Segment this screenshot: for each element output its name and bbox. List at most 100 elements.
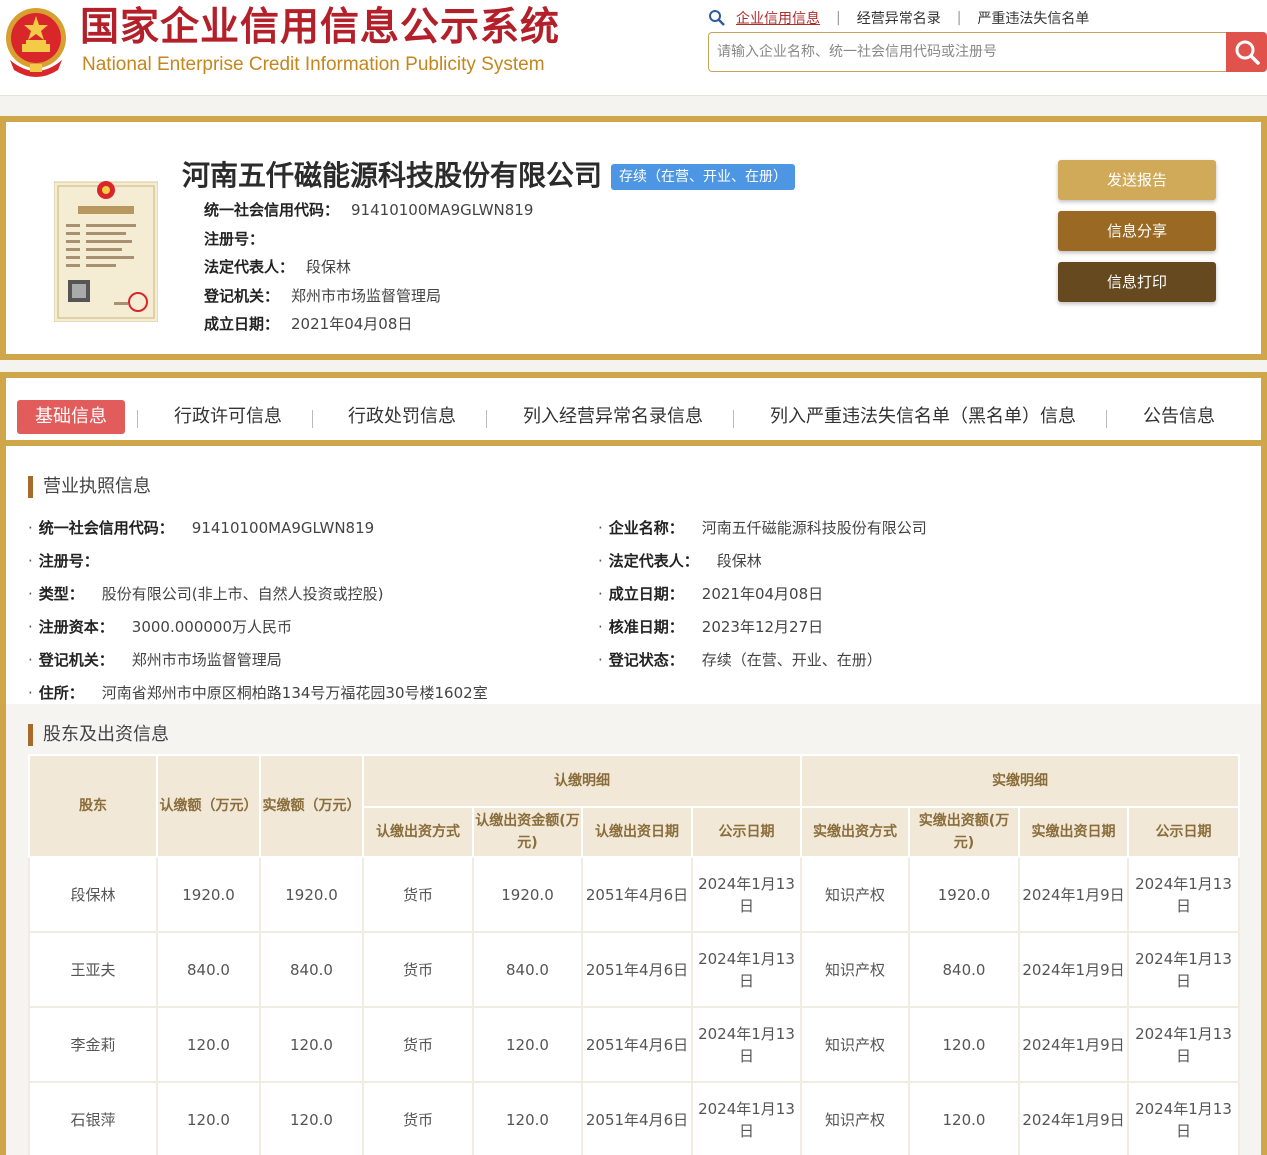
th-sub-amount: 认缴出资金额(万元) — [472, 806, 583, 858]
table-row: 王亚夫 840.0 840.0 货币 840.0 2051年4月6日 2024年1月13日知… — [28, 931, 1240, 1008]
tab-divider — [486, 410, 487, 428]
company-basic-fields: 统一社会信用代码： 91410100MA9GLWN819 注册号： 法定代表人：段… — [204, 196, 533, 339]
field-reg-no: 注册号： — [204, 229, 265, 248]
status-badge: 存续（在营、开业、在册） — [611, 164, 795, 190]
info-tabs-bar: 基础信息 行政许可信息 行政处罚信息 列入经营异常名录信息 列入严重违法失信名单… — [6, 378, 1261, 446]
cell-sub-method: 货币 — [362, 1006, 474, 1083]
tab-basic-info[interactable]: 基础信息 — [17, 400, 125, 434]
section-title-license: 营业执照信息 — [28, 476, 151, 498]
cell-shareholder: 李金莉 — [28, 1006, 158, 1083]
cell-sub-amount: 120.0 — [472, 1006, 583, 1083]
th-paid-method: 实缴出资方式 — [800, 806, 910, 858]
cell-shareholder: 王亚夫 — [28, 931, 158, 1008]
cell-paid-publish-date: 2024年1月13日 — [1127, 931, 1240, 1008]
tab-announcements[interactable]: 公告信息 — [1143, 400, 1215, 434]
cell-paid-date: 2024年1月9日 — [1018, 856, 1129, 933]
search-input[interactable] — [709, 33, 1228, 71]
cell-paid-publish-date: 2024年1月13日 — [1127, 1006, 1240, 1083]
tab-blacklist[interactable]: 列入严重违法失信名单（黑名单）信息 — [770, 400, 1076, 434]
cell-paid-amount: 120.0 — [908, 1006, 1020, 1083]
th-sub-method: 认缴出资方式 — [362, 806, 474, 858]
tab-divider — [137, 410, 138, 428]
cell-sub-publish-date: 2024年1月13日 — [691, 1006, 802, 1083]
kv-reg-status: · 登记状态： 存续（在营、开业、在册） — [598, 651, 882, 669]
cell-sub-method: 货币 — [362, 931, 474, 1008]
th-paid-detail: 实缴明细 — [800, 754, 1240, 808]
cell-paid: 840.0 — [259, 931, 364, 1008]
cell-sub-publish-date: 2024年1月13日 — [691, 931, 802, 1008]
cell-paid: 120.0 — [259, 1006, 364, 1083]
section-title-shareholders: 股东及出资信息 — [28, 724, 169, 746]
site-header: 国家企业信用信息公示系统 National Enterprise Credit … — [0, 0, 1267, 96]
cell-paid-method: 知识产权 — [800, 1006, 910, 1083]
cell-paid-amount: 1920.0 — [908, 856, 1020, 933]
cell-paid-publish-date: 2024年1月13日 — [1127, 1081, 1240, 1155]
th-paid-publish-date: 公示日期 — [1127, 806, 1240, 858]
table-row: 段保林 1920.0 1920.0 货币 1920.0 2051年4月6日 2024年1月1… — [28, 856, 1240, 933]
kv-approved: · 核准日期： 2023年12月27日 — [598, 618, 824, 636]
search-icon — [1235, 40, 1260, 65]
search-button[interactable] — [1226, 32, 1267, 72]
cell-paid: 1920.0 — [259, 856, 364, 933]
cell-shareholder: 石银萍 — [28, 1081, 158, 1155]
cell-sub-date: 2051年4月6日 — [581, 931, 693, 1008]
cell-paid-method: 知识产权 — [800, 1081, 910, 1155]
cell-subscribed: 1920.0 — [156, 856, 261, 933]
kv-reg-no: · 注册号： — [28, 552, 99, 570]
national-emblem-icon — [6, 8, 66, 77]
cell-subscribed: 120.0 — [156, 1081, 261, 1155]
search-icon — [709, 10, 725, 26]
cell-sub-amount: 840.0 — [472, 931, 583, 1008]
cell-paid-amount: 840.0 — [908, 931, 1020, 1008]
cell-paid-method: 知识产权 — [800, 931, 910, 1008]
th-paid-date: 实缴出资日期 — [1018, 806, 1129, 858]
site-title-en: National Enterprise Credit Information P… — [82, 54, 545, 75]
th-subscribed-amount: 认缴额（万元） — [156, 754, 261, 858]
cell-subscribed: 840.0 — [156, 931, 261, 1008]
cell-paid: 120.0 — [259, 1081, 364, 1155]
shareholder-table: 股东 认缴额（万元） 实缴额（万元） 认缴明细 实缴明细 认缴出资方式 认缴出资… — [28, 754, 1240, 1155]
table-row: 石银萍 120.0 120.0 货币 120.0 2051年4月6日 2024年1月13日知… — [28, 1081, 1240, 1155]
site-title-cn: 国家企业信用信息公示系统 — [80, 5, 561, 50]
cell-sub-date: 2051年4月6日 — [581, 856, 693, 933]
kv-company-name: · 企业名称： 河南五仟磁能源科技股份有限公司 — [598, 519, 927, 537]
table-row: 李金莉 120.0 120.0 货币 120.0 2051年4月6日 2024年1月13日知… — [28, 1006, 1240, 1083]
th-paid-amount-detail: 实缴出资额(万元) — [908, 806, 1020, 858]
tab-divider — [1106, 410, 1107, 428]
print-info-button[interactable]: 信息打印 — [1058, 262, 1216, 302]
main-info-panel: 基础信息 行政许可信息 行政处罚信息 列入经营异常名录信息 列入严重违法失信名单… — [0, 372, 1267, 1155]
company-name: 河南五仟磁能源科技股份有限公司 — [182, 159, 603, 192]
cell-sub-publish-date: 2024年1月13日 — [691, 1081, 802, 1155]
kv-address: · 住所： 河南省郑州市中原区桐柏路134号万福花园30号楼1602室 — [28, 684, 488, 702]
tab-abnormal-list[interactable]: 列入经营异常名录信息 — [523, 400, 703, 434]
company-summary-card: 河南五仟磁能源科技股份有限公司 存续（在营、开业、在册） 统一社会信用代码： 91… — [0, 116, 1267, 360]
cell-sub-method: 货币 — [362, 1081, 474, 1155]
cell-sub-publish-date: 2024年1月13日 — [691, 856, 802, 933]
share-info-button[interactable]: 信息分享 — [1058, 211, 1216, 251]
cell-paid-publish-date: 2024年1月13日 — [1127, 856, 1240, 933]
field-credit-code: 统一社会信用代码： 91410100MA9GLWN819 — [204, 201, 534, 219]
cell-sub-amount: 1920.0 — [472, 856, 583, 933]
send-report-button[interactable]: 发送报告 — [1058, 160, 1216, 200]
cell-subscribed: 120.0 — [156, 1006, 261, 1083]
kv-established: · 成立日期： 2021年04月08日 — [598, 585, 824, 603]
kv-registered-capital: · 注册资本： 3000.000000万人民币 — [28, 618, 292, 636]
tab-admin-penalty[interactable]: 行政处罚信息 — [348, 400, 456, 434]
search-tab-abnormal-list[interactable]: 经营异常名录 — [857, 8, 941, 28]
kv-credit-code: · 统一社会信用代码： 91410100MA9GLWN819 — [28, 519, 375, 537]
cell-paid-amount: 120.0 — [908, 1081, 1020, 1155]
tab-divider: | — [956, 10, 962, 26]
kv-reg-authority: · 登记机关： 郑州市市场监督管理局 — [28, 651, 282, 669]
search-tab-blacklist[interactable]: 严重违法失信名单 — [977, 8, 1089, 28]
th-sub-publish-date: 公示日期 — [691, 806, 802, 858]
cell-paid-date: 2024年1月9日 — [1018, 1081, 1129, 1155]
cell-paid-date: 2024年1月9日 — [1018, 931, 1129, 1008]
tab-divider — [733, 410, 734, 428]
tab-admin-license[interactable]: 行政许可信息 — [174, 400, 282, 434]
cell-sub-amount: 120.0 — [472, 1081, 583, 1155]
th-sub-date: 认缴出资日期 — [581, 806, 693, 858]
field-reg-authority: 登记机关： 郑州市市场监督管理局 — [204, 286, 442, 305]
search-tab-credit-info[interactable]: 企业信用信息 — [736, 8, 820, 28]
field-legal-rep: 法定代表人： 段保林 — [204, 258, 352, 276]
business-license-image — [54, 181, 158, 322]
